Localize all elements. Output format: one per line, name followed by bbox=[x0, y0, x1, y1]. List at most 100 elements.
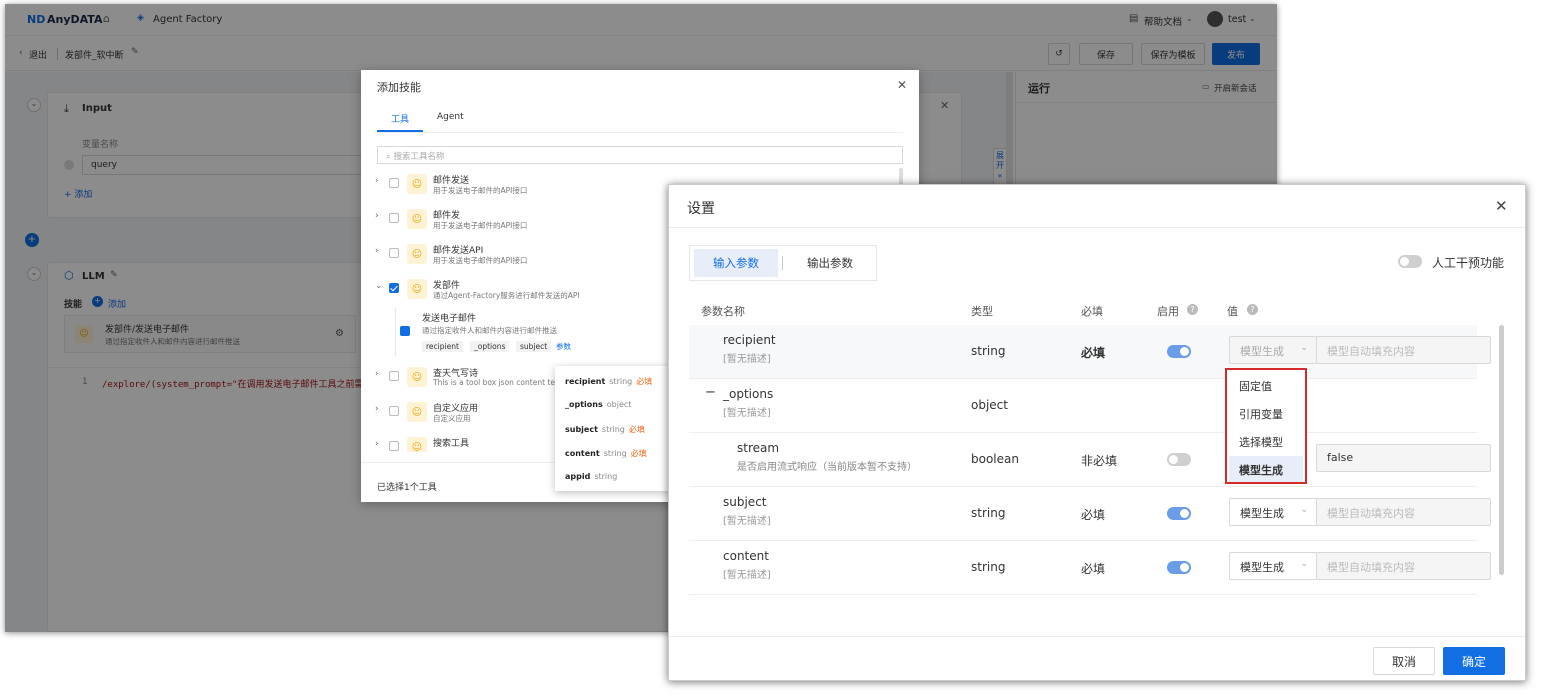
value-input[interactable]: 模型自动填充内容 bbox=[1316, 498, 1491, 526]
human-intervention-toggle[interactable] bbox=[1398, 255, 1422, 268]
tool-desc: 通过Agent-Factory服务进行邮件发送的API bbox=[433, 291, 580, 300]
value-input[interactable]: false bbox=[1316, 444, 1491, 472]
value-mode: 模型生成 bbox=[1240, 507, 1284, 520]
help-icon[interactable]: ? bbox=[1187, 304, 1198, 315]
param-type: boolean bbox=[971, 452, 1019, 466]
value-mode: 模型生成 bbox=[1240, 345, 1284, 358]
value-mode-dropdown: 固定值 引用变量 选择模型 模型生成 bbox=[1225, 368, 1307, 484]
ok-button[interactable]: 确定 bbox=[1443, 647, 1505, 675]
chevron-down-icon: ⌄ bbox=[1300, 343, 1308, 353]
cancel-button[interactable]: 取消 bbox=[1373, 647, 1435, 675]
enabled-toggle[interactable] bbox=[1167, 345, 1191, 358]
tabs-divider bbox=[377, 132, 903, 133]
tab-output-params[interactable]: 输出参数 bbox=[788, 249, 872, 277]
param-required: 非必填 bbox=[1081, 454, 1118, 468]
popover-param: recipient string 必填 bbox=[565, 376, 652, 387]
value-mode-select[interactable]: 模型生成 ⌄ bbox=[1229, 336, 1317, 364]
tool-desc: This is a tool box json content test bbox=[433, 378, 562, 387]
param-row: − _options [暂无描述] object bbox=[689, 379, 1477, 433]
chevron-right-icon[interactable]: › bbox=[375, 211, 379, 221]
tool-checkbox[interactable] bbox=[389, 248, 399, 258]
tool-checkbox[interactable] bbox=[400, 326, 410, 336]
search-icon: ⌕ bbox=[386, 152, 391, 162]
tool-icon: ☺ bbox=[407, 209, 427, 229]
dropdown-option-selected[interactable]: 模型生成 bbox=[1229, 456, 1303, 482]
tool-icon: ☺ bbox=[407, 279, 427, 299]
settings-title: 设置 bbox=[687, 201, 715, 217]
header-param-name: 参数名称 bbox=[701, 305, 745, 318]
param-name: subject bbox=[723, 495, 767, 509]
popover-param: content string 必填 bbox=[565, 448, 647, 459]
chevron-right-icon[interactable]: › bbox=[375, 439, 379, 449]
value-mode: 模型生成 bbox=[1240, 561, 1284, 574]
tab-output-label: 输出参数 bbox=[807, 256, 853, 270]
chevron-right-icon[interactable]: › bbox=[375, 369, 379, 379]
header-required: 必填 bbox=[1081, 305, 1103, 318]
param-row: recipient [暂无描述] string 必填 模型生成 ⌄ 模型自动填充内… bbox=[689, 325, 1491, 379]
param-type: string bbox=[971, 344, 1006, 358]
tool-checkbox[interactable] bbox=[389, 213, 399, 223]
param-desc: [暂无描述] bbox=[723, 516, 771, 527]
chevron-right-icon[interactable]: › bbox=[375, 404, 379, 414]
tool-search-input[interactable]: ⌕ 搜索工具名称 bbox=[377, 146, 903, 164]
dropdown-option[interactable]: 选择模型 bbox=[1229, 428, 1303, 454]
tab-agent[interactable]: Agent bbox=[437, 112, 464, 122]
param-required: 必填 bbox=[636, 377, 653, 386]
tool-icon: ☺ bbox=[407, 244, 427, 264]
dropdown-option[interactable]: 引用变量 bbox=[1229, 400, 1303, 426]
chevron-down-icon[interactable]: ⌄ bbox=[375, 281, 383, 291]
param-tag: _options bbox=[470, 341, 510, 352]
table-scrollbar[interactable] bbox=[1499, 325, 1504, 575]
param-desc: [暂无描述] bbox=[723, 408, 771, 419]
modal-title: 添加技能 bbox=[377, 81, 421, 94]
enabled-toggle[interactable] bbox=[1167, 507, 1191, 520]
param-name: subject bbox=[565, 425, 598, 434]
tool-desc: 用于发送电子邮件的API接口 bbox=[433, 186, 528, 195]
help-icon[interactable]: ? bbox=[1247, 304, 1258, 315]
tool-desc: 自定义应用 bbox=[433, 414, 471, 423]
param-required: 必填 bbox=[1081, 346, 1106, 360]
param-type: string bbox=[609, 377, 633, 386]
value-mode-select[interactable]: 模型生成 ⌄ bbox=[1229, 498, 1317, 526]
close-icon[interactable]: ✕ bbox=[1495, 197, 1508, 215]
value-input[interactable]: 模型自动填充内容 bbox=[1316, 552, 1491, 580]
sub-tool-desc: 通过指定收件人和邮件内容进行邮件推送 bbox=[422, 326, 557, 335]
param-type: string bbox=[601, 425, 625, 434]
param-row: stream 是否启用流式响应（当前版本暂不支持） boolean 非必填 fa… bbox=[689, 433, 1491, 487]
param-name: content bbox=[565, 449, 600, 458]
tool-checkbox[interactable] bbox=[389, 371, 399, 381]
params-link[interactable]: 参数 bbox=[556, 341, 571, 352]
tool-checkbox[interactable] bbox=[389, 406, 399, 416]
selected-count: 已选择1个工具 bbox=[377, 483, 437, 493]
chevron-right-icon[interactable]: › bbox=[375, 176, 379, 186]
param-type: object bbox=[971, 398, 1008, 412]
value-input[interactable]: 模型自动填充内容 bbox=[1316, 336, 1491, 364]
popover-param: _options object bbox=[565, 400, 631, 409]
close-icon[interactable]: ✕ bbox=[897, 78, 907, 92]
tool-checkbox[interactable] bbox=[389, 178, 399, 188]
sub-tool-item[interactable]: 发送电子邮件 通过指定收件人和邮件内容进行邮件推送 recipient _opt… bbox=[395, 308, 695, 356]
value-placeholder: 模型自动填充内容 bbox=[1327, 345, 1415, 358]
param-type: string bbox=[971, 560, 1006, 574]
header-value: 值 bbox=[1227, 305, 1238, 318]
enabled-toggle[interactable] bbox=[1167, 453, 1191, 466]
param-desc: [暂无描述] bbox=[723, 570, 771, 581]
param-name: content bbox=[723, 549, 769, 563]
tool-checkbox[interactable] bbox=[389, 441, 399, 451]
param-required: 必填 bbox=[1081, 562, 1106, 576]
tab-tools[interactable]: 工具 bbox=[391, 112, 409, 125]
collapse-toggle[interactable]: − bbox=[705, 385, 716, 400]
chevron-right-icon[interactable]: › bbox=[375, 246, 379, 256]
enabled-toggle[interactable] bbox=[1167, 561, 1191, 574]
dropdown-option[interactable]: 固定值 bbox=[1229, 372, 1303, 398]
tab-input-params[interactable]: 输入参数 bbox=[694, 249, 778, 277]
human-intervention-label: 人工干预功能 bbox=[1432, 256, 1505, 270]
tool-checkbox[interactable] bbox=[389, 283, 399, 293]
chevron-down-icon: ⌄ bbox=[1300, 559, 1308, 569]
popover-param: appid string bbox=[565, 472, 617, 481]
footer-divider bbox=[669, 636, 1525, 637]
param-required: 必填 bbox=[628, 425, 645, 434]
tool-desc: 用于发送电子邮件的API接口 bbox=[433, 221, 528, 230]
toggle-knob bbox=[1400, 257, 1409, 266]
value-mode-select[interactable]: 模型生成 ⌄ bbox=[1229, 552, 1317, 580]
